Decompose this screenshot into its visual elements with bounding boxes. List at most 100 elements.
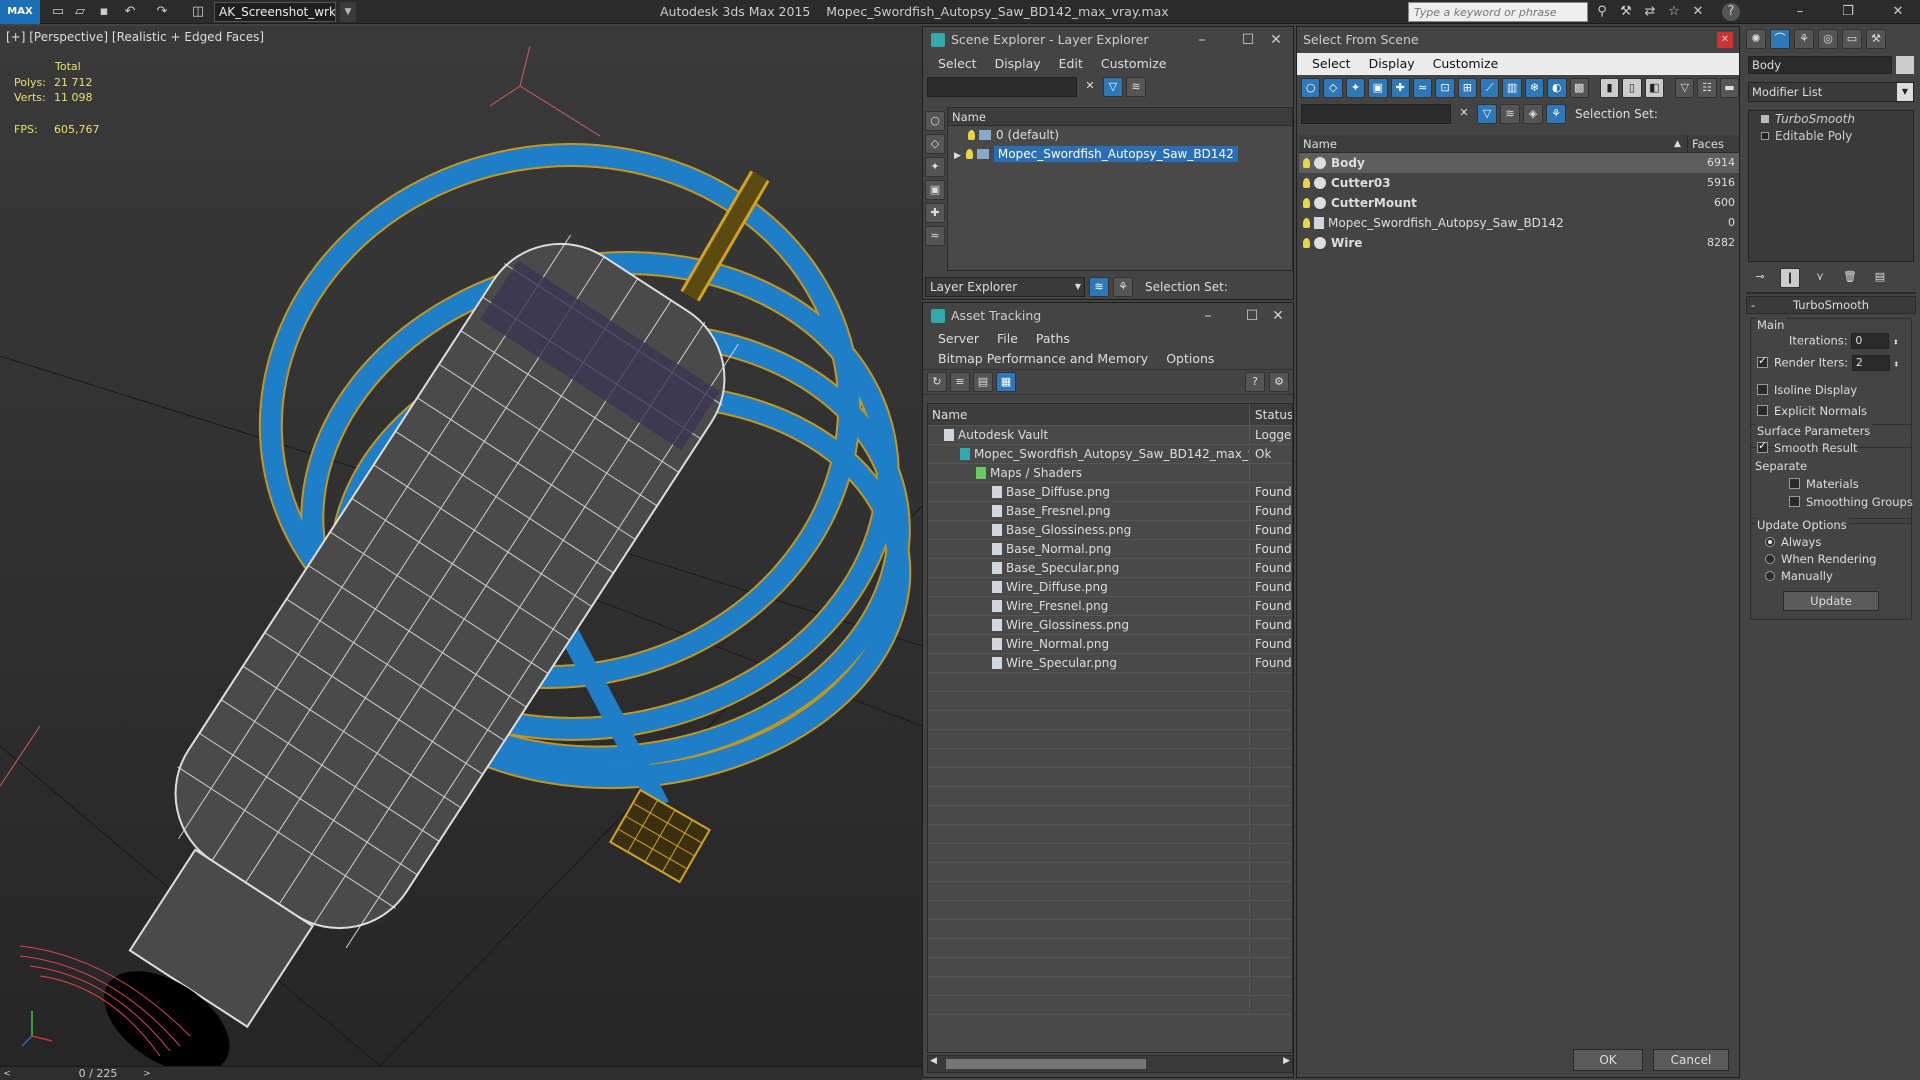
perspective-viewport[interactable]: [+] [Perspective] [Realistic + Edged Fac…: [0, 26, 922, 1066]
close-icon[interactable]: ✕: [1253, 27, 1299, 53]
modifier-list-dropdown[interactable]: Modifier List ▼: [1748, 82, 1914, 102]
materials-row[interactable]: Materials: [1789, 477, 1859, 491]
help-icon[interactable]: ?: [1245, 372, 1265, 392]
project-folder-icon[interactable]: ◫: [188, 3, 208, 21]
isoline-row[interactable]: Isoline Display: [1757, 383, 1857, 397]
pin-stack-icon[interactable]: ⊸: [1750, 268, 1770, 288]
menu-paths[interactable]: Paths: [1027, 329, 1079, 349]
undo-icon[interactable]: ↶: [120, 3, 140, 21]
object-row[interactable]: Wire 8282: [1299, 233, 1739, 253]
binoculars-icon[interactable]: ⚲: [1592, 3, 1612, 21]
modify-tab-icon[interactable]: ⌒: [1770, 29, 1790, 49]
always-row[interactable]: Always: [1765, 535, 1821, 549]
asset-row[interactable]: Base_Specular.png Found: [928, 559, 1292, 578]
scene-explorer-titlebar[interactable]: Scene Explorer - Layer Explorer – ☐ ✕: [923, 27, 1293, 53]
filter-icon[interactable]: ▽: [1477, 104, 1497, 124]
asset-row[interactable]: Mopec_Swordfish_Autopsy_Saw_BD142_max_vr…: [928, 445, 1292, 464]
column-header-name[interactable]: Name: [948, 108, 1292, 126]
explicit-normals-checkbox[interactable]: [1757, 405, 1768, 416]
table-view-icon[interactable]: ▦: [996, 372, 1016, 392]
scroll-right-icon[interactable]: ▶: [1283, 1056, 1290, 1066]
spinner-arrows-icon[interactable]: ⬍: [1893, 361, 1899, 369]
layer-toggle-icon[interactable]: ≋: [1500, 104, 1520, 124]
viewport-label[interactable]: [+] [Perspective] [Realistic + Edged Fac…: [6, 30, 264, 44]
light-filter-icon[interactable]: ✦: [925, 157, 945, 177]
display-options-icon[interactable]: ▬: [1719, 78, 1740, 98]
chevron-down-icon[interactable]: ▼: [340, 2, 356, 22]
helper-filter-icon[interactable]: ✚: [925, 203, 945, 223]
object-row[interactable]: Body 6914: [1299, 153, 1739, 173]
menu-file[interactable]: File: [988, 329, 1027, 349]
column-header-name[interactable]: Name: [928, 404, 1250, 426]
sphere-filter-icon[interactable]: ○: [925, 111, 945, 131]
shape-filter-icon[interactable]: ◇: [925, 134, 945, 154]
when-rendering-radio[interactable]: [1765, 554, 1775, 564]
filter-funnel-icon[interactable]: ▽: [1675, 78, 1695, 98]
show-end-result-icon[interactable]: ❙: [1780, 268, 1800, 288]
help-icon[interactable]: ?: [1722, 3, 1740, 21]
hierarchy-icon[interactable]: ⚘: [1113, 277, 1133, 297]
menu-options[interactable]: Options: [1157, 349, 1223, 369]
scene-explorer-search-input[interactable]: [927, 77, 1077, 97]
cancel-button[interactable]: Cancel: [1653, 1049, 1729, 1071]
containers-filter-icon[interactable]: ▥: [1502, 78, 1522, 98]
bones-filter-icon[interactable]: ⟋: [1480, 78, 1500, 98]
menu-select[interactable]: Select: [929, 53, 986, 75]
turbosmooth-rollout-header[interactable]: - TurboSmooth: [1746, 296, 1916, 314]
isoline-checkbox[interactable]: [1757, 384, 1768, 395]
frame-counter[interactable]: 0 / 225: [58, 1067, 138, 1080]
camera-filter-icon[interactable]: ▣: [925, 180, 945, 200]
create-tab-icon[interactable]: ✺: [1746, 29, 1766, 49]
save-icon[interactable]: ▪: [94, 3, 114, 21]
layer-row-mopec[interactable]: ▶ Mopec_Swordfish_Autopsy_Saw_BD142: [948, 145, 1292, 164]
exchange-icon[interactable]: ⇄: [1640, 3, 1660, 21]
asset-row[interactable]: Base_Glossiness.png Found: [928, 521, 1292, 540]
asset-row[interactable]: Wire_Diffuse.png Found: [928, 578, 1292, 597]
select-from-scene-titlebar[interactable]: Select From Scene ✕: [1297, 27, 1739, 53]
spacewarp-filter-icon[interactable]: ≈: [925, 226, 945, 246]
smoothing-groups-row[interactable]: Smoothing Groups: [1789, 495, 1913, 509]
close-icon[interactable]: ✕: [1717, 32, 1733, 48]
groups-filter-icon[interactable]: ⊡: [1435, 78, 1455, 98]
spinner-arrows-icon[interactable]: ⬍: [1893, 339, 1899, 347]
lightbulb-icon[interactable]: [1303, 198, 1310, 208]
keyword-search-input[interactable]: Type a keyword or phrase: [1408, 2, 1588, 22]
object-color-swatch[interactable]: [1896, 56, 1914, 74]
menu-bitmap-performance[interactable]: Bitmap Performance and Memory: [929, 349, 1157, 369]
lightbulb-icon[interactable]: [1761, 115, 1769, 123]
prev-frame-button[interactable]: <: [0, 1067, 14, 1080]
minimize-icon[interactable]: –: [1185, 303, 1231, 329]
when-rendering-row[interactable]: When Rendering: [1765, 552, 1876, 566]
menu-edit[interactable]: Edit: [1050, 53, 1092, 75]
asset-row[interactable]: Wire_Glossiness.png Found: [928, 616, 1292, 635]
object-name-field[interactable]: Body: [1748, 56, 1892, 74]
column-header-faces[interactable]: Faces: [1687, 135, 1737, 153]
vault-settings-icon[interactable]: ⚙: [1269, 372, 1289, 392]
helpers-filter-icon[interactable]: ✚: [1390, 78, 1410, 98]
scroll-left-icon[interactable]: ◀: [930, 1056, 937, 1066]
star-icon[interactable]: ☆: [1664, 3, 1684, 21]
ok-button[interactable]: OK: [1573, 1049, 1643, 1071]
hierarchy-tab-icon[interactable]: ⚘: [1794, 29, 1814, 49]
open-folder-icon[interactable]: ▱: [70, 3, 90, 21]
all-filter-icon[interactable]: ▩: [1569, 78, 1589, 98]
stack-item-editable-poly[interactable]: Editable Poly: [1749, 128, 1913, 145]
clear-search-icon[interactable]: ✕: [1454, 104, 1474, 124]
lightbulb-icon[interactable]: [1303, 158, 1310, 168]
app-logo[interactable]: MAX: [0, 0, 40, 24]
smooth-result-row[interactable]: Smooth Result: [1757, 439, 1858, 455]
remove-modifier-icon[interactable]: 🗑: [1840, 268, 1860, 288]
refresh-icon[interactable]: ↻: [927, 372, 947, 392]
display-tab-icon[interactable]: ▭: [1842, 29, 1862, 49]
frozen-filter-icon[interactable]: ❄: [1524, 78, 1545, 98]
shapes-filter-icon[interactable]: ◇: [1323, 78, 1343, 98]
close-icon[interactable]: ✕: [1255, 303, 1301, 329]
lightbulb-icon[interactable]: [1303, 238, 1310, 248]
layer-row-default[interactable]: 0 (default): [948, 126, 1292, 145]
make-unique-icon[interactable]: ⋎: [1810, 268, 1830, 288]
explorer-type-dropdown[interactable]: Layer Explorer ▼: [925, 277, 1085, 297]
xrefs-filter-icon[interactable]: ⊞: [1457, 78, 1477, 98]
horizontal-scrollbar[interactable]: ◀ ▶: [927, 1055, 1293, 1073]
layers-icon[interactable]: ◈: [1523, 104, 1543, 124]
manually-row[interactable]: Manually: [1765, 569, 1833, 583]
